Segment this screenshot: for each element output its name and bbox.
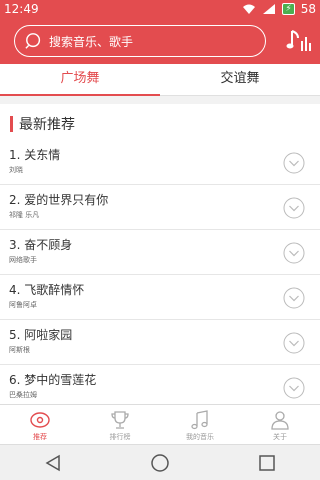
song-title: 5. 阿啦家园 <box>9 328 73 342</box>
battery-level: 58 <box>300 2 316 16</box>
app-header: 搜索音乐、歌手 <box>0 18 320 64</box>
home-icon <box>151 453 169 472</box>
search-placeholder: 搜索音乐、歌手 <box>49 34 134 49</box>
tab-bar: 广场舞 交谊舞 <box>0 64 320 96</box>
wifi-icon <box>243 4 256 14</box>
recents-icon <box>258 454 275 471</box>
status-time: 12:49 <box>4 2 39 16</box>
chevron-down-icon[interactable] <box>283 332 305 354</box>
trophy-icon <box>111 411 129 429</box>
song-list: 1. 关东情 刘晓 2. 爱的世界只有你 祁隆 乐凡 3. 奋不顾身 网络歌手 … <box>0 140 320 410</box>
nav-label: 我的音乐 <box>186 433 214 441</box>
song-title: 3. 奋不顾身 <box>9 238 73 252</box>
nav-charts[interactable]: 排行榜 <box>80 405 160 444</box>
system-nav-bar <box>0 444 320 480</box>
recommend-icon <box>30 412 50 428</box>
bottom-nav: 推荐 排行榜 我的音乐 关于 <box>0 404 320 444</box>
recents-button[interactable] <box>255 451 279 475</box>
chevron-down-icon[interactable] <box>283 242 305 264</box>
song-artist: 网络歌手 <box>9 256 37 264</box>
now-playing-button[interactable] <box>286 29 312 53</box>
back-icon <box>45 454 61 471</box>
list-item[interactable]: 4. 飞歌醉情怀 阿鲁阿卓 <box>0 275 320 320</box>
user-icon <box>271 411 289 430</box>
section-header: 最新推荐 <box>10 114 75 134</box>
song-artist: 阿斯根 <box>9 346 30 354</box>
song-title: 4. 飞歌醉情怀 <box>9 283 85 297</box>
list-item[interactable]: 5. 阿啦家园 阿斯根 <box>0 320 320 365</box>
nav-label: 关于 <box>273 433 287 441</box>
back-button[interactable] <box>41 451 65 475</box>
nav-label: 排行榜 <box>109 433 131 441</box>
nav-about[interactable]: 关于 <box>240 405 320 444</box>
music-notes-icon <box>191 410 208 430</box>
nav-label: 推荐 <box>33 433 47 441</box>
search-icon <box>25 33 41 49</box>
song-artist: 巴桑拉姆 <box>9 391 37 399</box>
tab-ballroom-dance[interactable]: 交谊舞 <box>160 64 320 95</box>
song-title: 1. 关东情 <box>9 148 61 162</box>
status-bar: 12:49 ⚡ 58 <box>0 0 320 18</box>
signal-icon <box>263 4 276 14</box>
divider <box>0 96 320 104</box>
status-icons: ⚡ 58 <box>242 2 316 16</box>
chevron-down-icon[interactable] <box>283 377 305 399</box>
chevron-down-icon[interactable] <box>283 152 305 174</box>
song-artist: 刘晓 <box>9 166 23 174</box>
song-artist: 阿鲁阿卓 <box>9 301 37 309</box>
list-item[interactable]: 1. 关东情 刘晓 <box>0 140 320 185</box>
home-button[interactable] <box>148 451 172 475</box>
list-item[interactable]: 2. 爱的世界只有你 祁隆 乐凡 <box>0 185 320 230</box>
song-title: 6. 梦中的雪莲花 <box>9 373 97 387</box>
list-item[interactable]: 3. 奋不顾身 网络歌手 <box>0 230 320 275</box>
section-accent-bar <box>10 116 13 132</box>
song-title: 2. 爱的世界只有你 <box>9 193 109 207</box>
song-artist: 祁隆 乐凡 <box>9 211 40 219</box>
tab-square-dance[interactable]: 广场舞 <box>0 64 160 96</box>
nav-recommend[interactable]: 推荐 <box>0 405 80 444</box>
chevron-down-icon[interactable] <box>283 197 305 219</box>
section-title: 最新推荐 <box>19 117 75 133</box>
chevron-down-icon[interactable] <box>283 287 305 309</box>
battery-icon: ⚡ <box>282 3 295 15</box>
music-note-icon <box>286 30 311 51</box>
nav-my-music[interactable]: 我的音乐 <box>160 405 240 444</box>
search-input[interactable]: 搜索音乐、歌手 <box>14 25 266 57</box>
